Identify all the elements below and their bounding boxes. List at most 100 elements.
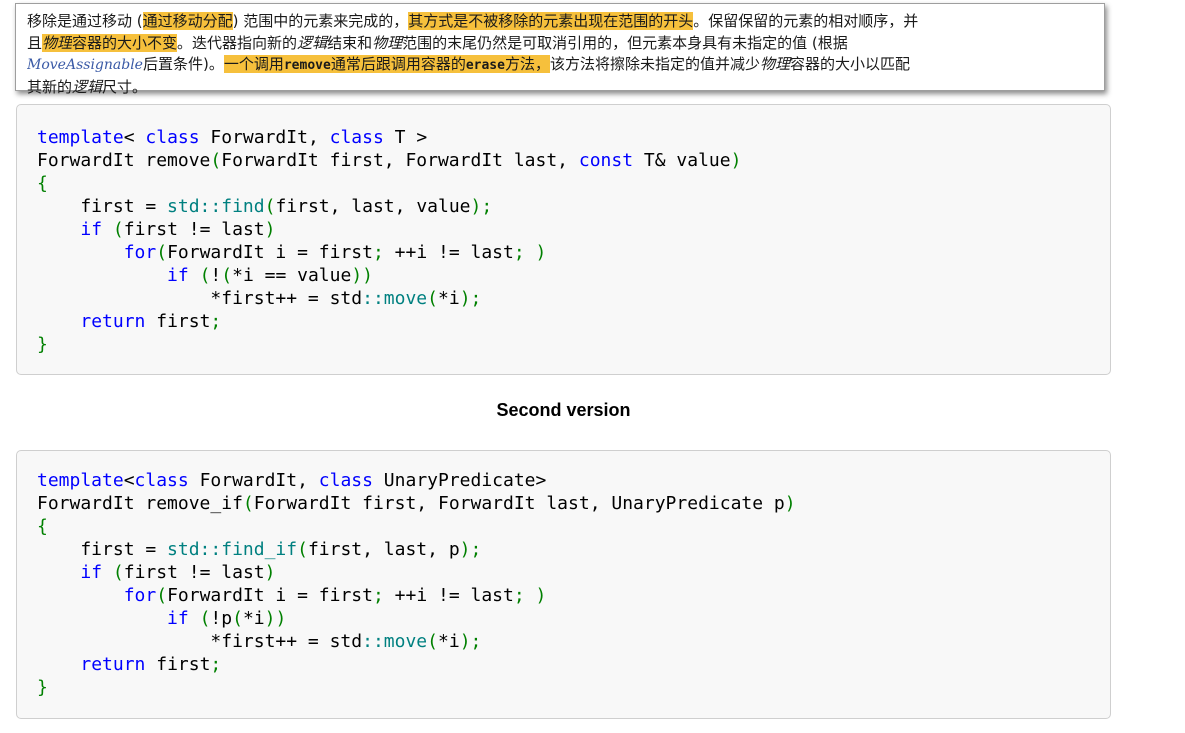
- tooltip-italic: 逻辑: [72, 77, 103, 96]
- tooltip-text: 通常后跟调用容器的: [330, 55, 466, 73]
- code-token: first: [145, 654, 211, 675]
- code-line: if (first != last): [37, 219, 275, 240]
- code-punct: (: [156, 242, 168, 263]
- code-punct: (: [210, 150, 222, 171]
- code-namespace: std::: [167, 539, 222, 560]
- tooltip-code: remove: [283, 58, 331, 73]
- code-token: first != last: [123, 219, 265, 240]
- code-punct: );: [459, 539, 482, 560]
- code-punct: ;: [513, 242, 525, 263]
- code-punct: (: [427, 631, 438, 652]
- code-keyword: return: [80, 654, 146, 675]
- code-line: return first;: [37, 654, 221, 675]
- code-token: first: [145, 311, 211, 332]
- code-punct: (: [221, 265, 233, 286]
- code-punct: ;: [372, 585, 384, 606]
- code-punct: );: [459, 631, 482, 652]
- code-namespace: move: [383, 631, 428, 652]
- code-token: first, last, value: [275, 196, 471, 217]
- code-token: first =: [37, 539, 168, 560]
- tooltip-text: 方法，: [504, 55, 550, 73]
- code-token: ++i != last: [383, 242, 514, 263]
- tooltip-highlight: 物理: [42, 33, 73, 52]
- code-token: ++i != last: [383, 585, 514, 606]
- code-namespace: std::: [167, 196, 222, 217]
- code-token: T& value: [633, 150, 731, 171]
- code-token: <: [123, 470, 135, 491]
- code-token: ForwardIt remove: [37, 150, 211, 171]
- tooltip-text: 一个调用: [223, 55, 284, 73]
- tooltip-text: 范围的末尾仍然是可取消引用的，但元素本身具有未指定的值 (根据: [402, 33, 848, 52]
- code-punct: ): [730, 150, 742, 171]
- code-punct: (: [242, 493, 254, 514]
- tooltip-text: 后置条件)。: [142, 55, 224, 73]
- code-punct: ;: [372, 242, 384, 263]
- code-punct: ): [524, 242, 547, 263]
- code-token: ForwardIt first, ForwardIt last, UnaryPr…: [253, 493, 785, 514]
- code-punct: (: [199, 608, 211, 629]
- code-line: first = std::find(first, last, value);: [37, 196, 492, 217]
- code-token: *i: [438, 631, 460, 652]
- code-line: for(ForwardIt i = first; ++i != last; ): [37, 585, 547, 606]
- code-line: }: [37, 677, 48, 698]
- code-keyword: class: [145, 127, 200, 148]
- code-punct: (: [199, 265, 211, 286]
- code-line: if (first != last): [37, 562, 275, 583]
- code-line: *first++ = std::move(*i);: [37, 288, 481, 309]
- code-punct: ): [524, 585, 547, 606]
- code-keyword: if: [167, 265, 189, 286]
- code-punct: ;: [513, 585, 525, 606]
- code-token: T >: [383, 127, 428, 148]
- code-line: template< class ForwardIt, class T >: [37, 127, 427, 148]
- code-keyword: template: [37, 127, 124, 148]
- code-punct: );: [470, 196, 493, 217]
- code-line: {: [37, 516, 48, 537]
- tooltip-line-3: MoveAssignable后置条件)。一个调用remove通常后跟调用容器的e…: [27, 54, 1104, 77]
- code-keyword: const: [578, 150, 634, 171]
- code-punct: (: [427, 288, 438, 309]
- tooltip-line-1: 移除是通过移动 (通过移动分配) 范围中的元素来完成的，其方式是不被移除的元素出…: [27, 11, 1104, 33]
- code-keyword: for: [123, 242, 157, 263]
- tooltip-text: 结束和: [327, 33, 373, 52]
- code-keyword: template: [37, 470, 124, 491]
- code-namespace: ::: [362, 631, 384, 652]
- code-token: !p: [210, 608, 233, 629]
- tooltip-code: erase: [465, 58, 505, 73]
- code-token: !: [210, 265, 222, 286]
- code-line: for(ForwardIt i = first; ++i != last; ): [37, 242, 547, 263]
- code-token: <: [123, 127, 146, 148]
- code-punct: ;: [210, 654, 222, 675]
- code-token: first =: [37, 196, 168, 217]
- code-token: UnaryPredicate>: [372, 470, 547, 491]
- tooltip-text: 移除是通过移动 (: [27, 12, 143, 30]
- tooltip-text: 容器的大小以匹配: [790, 55, 911, 73]
- code-listing: template< class ForwardIt, class T > For…: [37, 126, 1110, 356]
- tooltip-text: ) 范围中的元素来完成的，: [232, 12, 409, 30]
- code-punct: (: [112, 562, 124, 583]
- code-line: *first++ = std::move(*i);: [37, 631, 481, 652]
- code-token: *i: [438, 288, 460, 309]
- code-line: first = std::find_if(first, last, p);: [37, 539, 481, 560]
- code-punct: (: [297, 539, 308, 560]
- code-listing: template<class ForwardIt, class UnaryPre…: [37, 469, 1110, 699]
- code-keyword: if: [80, 219, 103, 240]
- code-keyword: if: [80, 562, 103, 583]
- code-punct: )): [351, 265, 374, 286]
- code-namespace: move: [383, 288, 428, 309]
- code-punct: ): [784, 493, 796, 514]
- code-punct: ;: [210, 311, 222, 332]
- tooltip-line-4: 其新的逻辑尺寸。: [27, 77, 1104, 99]
- code-namespace: ::: [362, 288, 384, 309]
- code-punct: (: [264, 196, 276, 217]
- code-line: return first;: [37, 311, 221, 332]
- code-line: ForwardIt remove_if(ForwardIt first, For…: [37, 493, 796, 514]
- code-token: ForwardIt remove_if: [37, 493, 243, 514]
- code-keyword: class: [134, 470, 189, 491]
- code-token: ForwardIt i = first: [167, 585, 373, 606]
- moveassignable-link[interactable]: MoveAssignable: [27, 57, 143, 73]
